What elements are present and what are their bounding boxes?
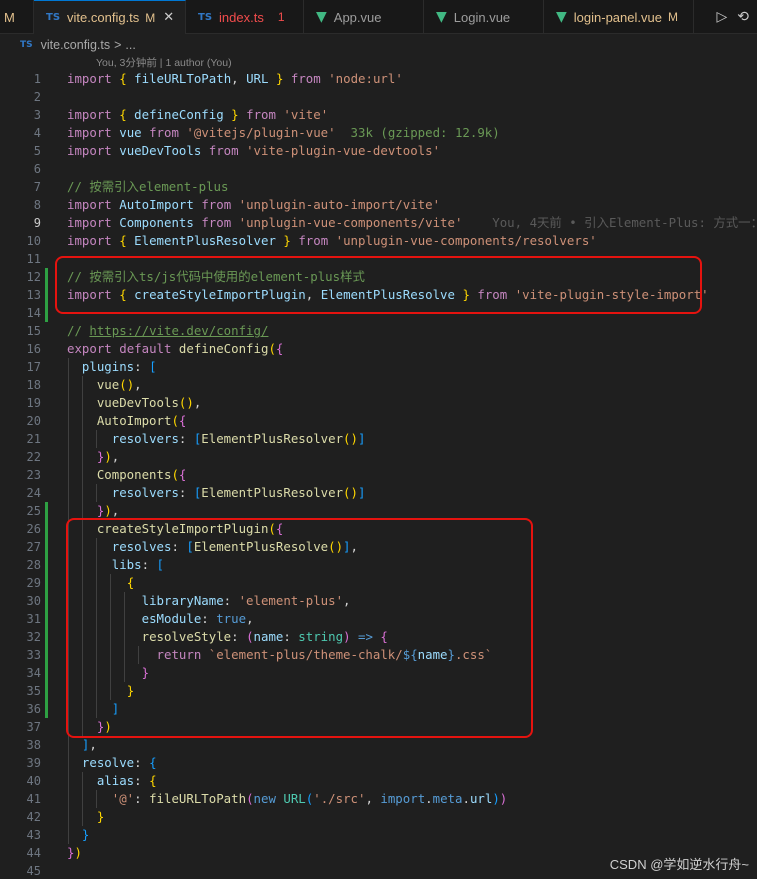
problems-count-badge: 1 (277, 10, 285, 24)
code-line-16: 16 export default defineConfig({ (26, 341, 284, 356)
timeline-history-icon[interactable]: ⟲ (737, 9, 749, 25)
code-line-2: 2 (33, 90, 41, 104)
code-editor[interactable]: 1 import { fileURLToPath, URL } from 'nod… (0, 70, 757, 879)
code-line-42: 42 } (26, 809, 105, 824)
close-icon[interactable]: ✕ (163, 10, 174, 25)
tab-label: Login.vue (453, 9, 511, 25)
code-line-4: 4 import vue from '@vitejs/plugin-vue' 33… (33, 125, 500, 140)
typescript-file-icon: TS (20, 40, 33, 50)
code-line-41: 41 '@': fileURLToPath(new URL('./src', i… (26, 791, 508, 806)
editor-actions: ▷ ⟲ (716, 0, 757, 33)
config-docs-link[interactable]: https://vite.dev/config/ (89, 323, 268, 338)
code-line-7: 7// 按需引入element-plus (33, 179, 229, 194)
codelens-blame[interactable]: You, 3分钟前 | 1 author (You) (96, 55, 232, 70)
code-line-9: 9 import Components from 'unplugin-vue-co… (0, 214, 757, 232)
tab-overflow-stub[interactable]: M (0, 0, 34, 34)
code-line-8: 8 import AutoImport from 'unplugin-auto-i… (33, 197, 441, 212)
vue-file-icon: ▼ (436, 9, 447, 25)
tab-login-vue[interactable]: ▼ Login.vue (424, 0, 544, 34)
code-line-3: 3 import { defineConfig } from 'vite' (33, 107, 329, 122)
code-line-10: 10 import { ElementPlusResolver } from 'u… (26, 233, 597, 248)
code-line-40: 40 alias: { (26, 773, 157, 788)
code-line-19: 19 vueDevTools(), (26, 395, 202, 410)
code-line-39: 39 resolve: { (26, 755, 157, 770)
tab-login-panel-vue[interactable]: ▼ login-panel.vue M (544, 0, 694, 34)
tab-index-ts[interactable]: TS index.ts 1 (186, 0, 304, 34)
annotation-box-imports (55, 256, 702, 314)
watermark: CSDN @学如逆水行舟~ (609, 857, 749, 872)
import-cost-hint: 33k (gzipped: 12.9k) (350, 125, 500, 140)
typescript-file-icon: TS (46, 12, 61, 23)
inline-blame: You, 4天前 • 引入Element-Plus: 方式一： (492, 215, 757, 230)
breadcrumb-more[interactable]: ... (125, 38, 135, 52)
code-line-43: 43 } (26, 827, 90, 842)
modified-badge: M (145, 10, 156, 25)
annotation-box-plugin-config (66, 518, 533, 738)
code-line-6: 6 (33, 162, 41, 176)
tab-label: App.vue (333, 9, 382, 25)
tab-label: index.ts (219, 9, 264, 25)
code-line-22: 22 }), (26, 449, 120, 464)
vue-file-icon: ▼ (316, 9, 327, 25)
typescript-file-icon: TS (198, 11, 213, 23)
tab-stub-mark: M (4, 9, 15, 25)
modified-badge: M (667, 10, 678, 24)
code-line-38: 38 ], (26, 737, 97, 752)
run-icon[interactable]: ▷ (716, 9, 727, 25)
breadcrumb: TS vite.config.ts > ... (0, 34, 757, 56)
tab-label: vite.config.ts (67, 10, 140, 25)
chevron-right-icon: > (114, 38, 122, 52)
tab-app-vue[interactable]: ▼ App.vue (304, 0, 424, 34)
code-line-15: 15// https://vite.dev/config/ (26, 323, 269, 338)
code-line-24: 24 resolvers: [ElementPlusResolver()] (26, 485, 366, 500)
editor-tab-bar: M TS vite.config.ts M ✕ TS index.ts 1 ▼ … (0, 0, 757, 34)
code-line-20: 20 AutoImport({ (26, 413, 187, 428)
code-line-21: 21 resolvers: [ElementPlusResolver()] (26, 431, 366, 446)
code-line-18: 18 vue(), (26, 377, 142, 392)
code-line-23: 23 Components({ (26, 467, 187, 482)
code-line-1: 1 import { fileURLToPath, URL } from 'nod… (33, 71, 403, 86)
code-line-5: 5 import vueDevTools from 'vite-plugin-vu… (33, 143, 441, 158)
code-line-17: 17 plugins: [ (26, 359, 157, 374)
tab-vite-config[interactable]: TS vite.config.ts M ✕ (34, 0, 186, 34)
breadcrumb-file[interactable]: vite.config.ts (41, 38, 110, 52)
tab-label: login-panel.vue (573, 9, 662, 25)
vue-file-icon: ▼ (556, 9, 567, 25)
